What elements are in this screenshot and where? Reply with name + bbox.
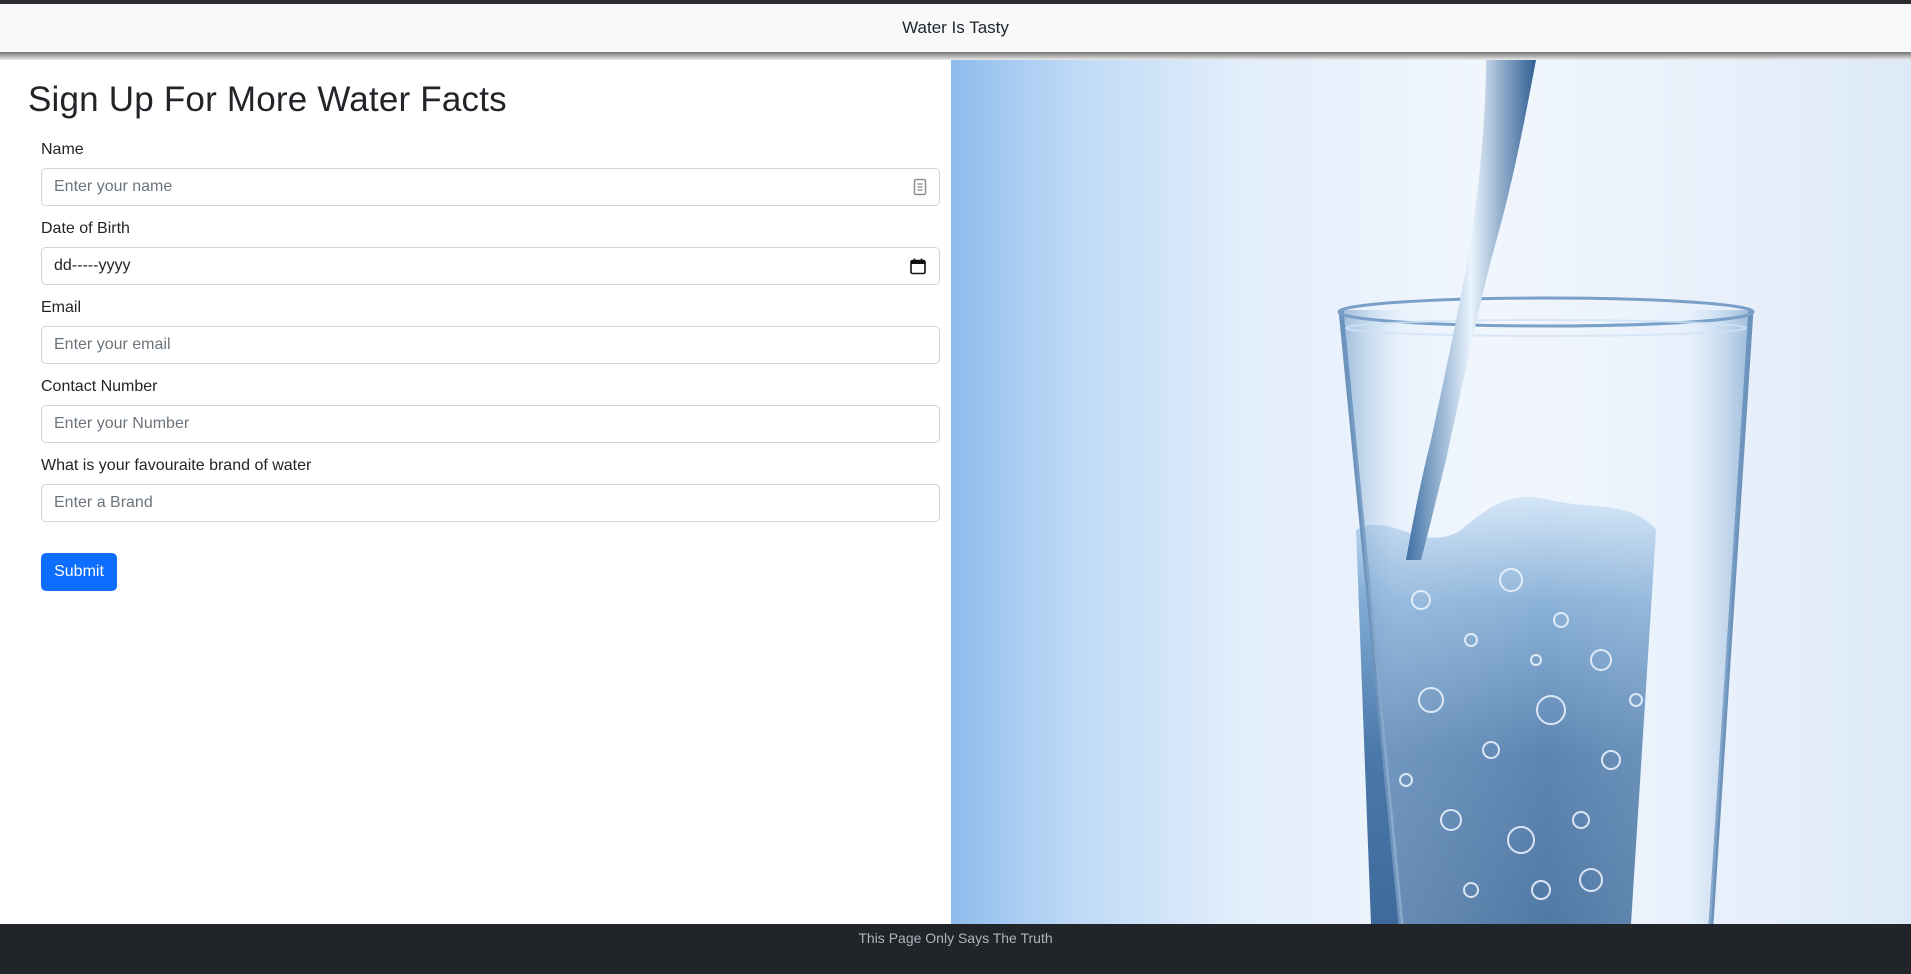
name-placeholder: Enter your name <box>54 178 173 195</box>
email-placeholder: Enter your email <box>54 336 171 353</box>
water-glass-image <box>951 60 1911 924</box>
footer-text: This Page Only Says The Truth <box>858 930 1053 946</box>
contact-number-label: Contact Number <box>41 378 158 395</box>
dob-label: Date of Birth <box>41 220 130 237</box>
email-label: Email <box>41 299 82 316</box>
navbar: Water Is Tasty <box>0 4 1911 52</box>
water-brand-input[interactable]: Enter a Brand <box>41 484 940 522</box>
name-label: Name <box>41 141 84 158</box>
navbar-shadow <box>0 52 1911 60</box>
email-input[interactable]: Enter your email <box>41 326 940 364</box>
page-title: Sign Up For More Water Facts <box>28 80 507 119</box>
contact-number-input[interactable]: Enter your Number <box>41 405 940 443</box>
dob-value: dd-----yyyy <box>54 257 131 274</box>
id-card-icon[interactable] <box>913 178 927 196</box>
signup-form-panel: Sign Up For More Water Facts Name Enter … <box>0 60 951 924</box>
dob-input[interactable]: dd-----yyyy <box>41 247 940 285</box>
name-input[interactable]: Enter your name <box>41 168 940 206</box>
water-brand-label: What is your favouraite brand of water <box>41 457 312 474</box>
water-glass-illustration <box>1337 60 1755 924</box>
calendar-icon[interactable] <box>909 257 927 275</box>
navbar-title[interactable]: Water Is Tasty <box>902 18 1009 38</box>
water-brand-placeholder: Enter a Brand <box>54 494 153 511</box>
submit-button[interactable]: Submit <box>41 553 117 591</box>
contact-number-placeholder: Enter your Number <box>54 415 190 432</box>
footer: This Page Only Says The Truth <box>0 924 1911 974</box>
